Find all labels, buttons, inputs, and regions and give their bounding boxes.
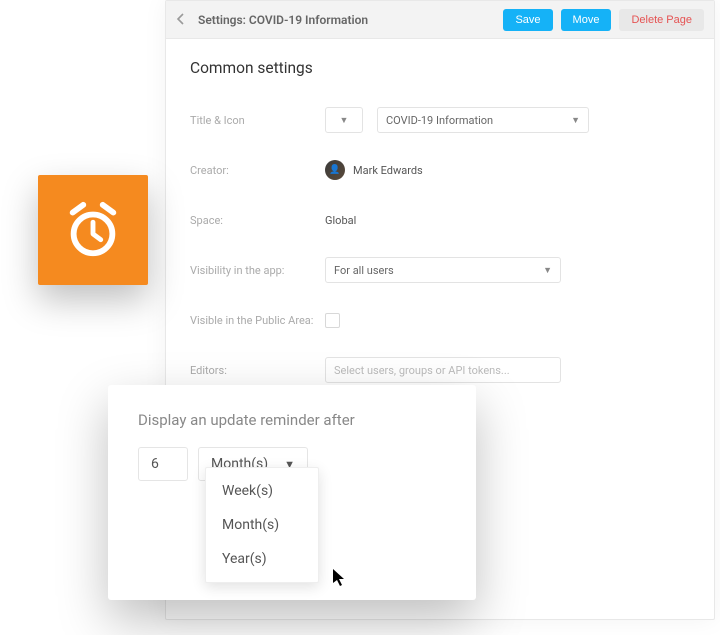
label-title-icon: Title & Icon xyxy=(190,114,325,127)
reminder-number-value: 6 xyxy=(151,456,159,472)
panel-title: Settings: COVID-19 Information xyxy=(198,13,368,27)
caret-down-icon: ▼ xyxy=(543,265,552,276)
section-title: Common settings xyxy=(190,59,690,77)
panel-header: Settings: COVID-19 Information Save Move… xyxy=(166,1,714,39)
caret-down-icon: ▼ xyxy=(571,115,580,126)
label-visibility: Visibility in the app: xyxy=(190,264,325,277)
cursor-icon xyxy=(332,568,348,592)
creator-value: Mark Edwards xyxy=(353,164,423,177)
unit-option-months[interactable]: Month(s) xyxy=(206,508,318,542)
reminder-number-input[interactable]: 6 xyxy=(138,447,188,481)
avatar: 👤 xyxy=(325,160,345,180)
row-title-icon: Title & Icon ▼ COVID-19 Information ▼ xyxy=(190,105,690,135)
popup-title: Display an update reminder after xyxy=(138,411,446,429)
move-button[interactable]: Move xyxy=(561,9,612,31)
icon-select[interactable]: ▼ xyxy=(325,107,363,133)
unit-option-weeks[interactable]: Week(s) xyxy=(206,474,318,508)
row-creator: Creator: 👤 Mark Edwards xyxy=(190,155,690,185)
label-editors: Editors: xyxy=(190,364,325,377)
delete-page-button[interactable]: Delete Page xyxy=(619,9,704,31)
unit-option-years[interactable]: Year(s) xyxy=(206,542,318,576)
label-public-area: Visible in the Public Area: xyxy=(190,314,325,327)
clock-card xyxy=(38,175,148,285)
unit-dropdown: Week(s) Month(s) Year(s) xyxy=(205,467,319,583)
editors-input[interactable]: Select users, groups or API tokens... xyxy=(325,357,561,383)
row-editors: Editors: Select users, groups or API tok… xyxy=(190,355,690,385)
visibility-value: For all users xyxy=(334,264,394,277)
visibility-select[interactable]: For all users ▼ xyxy=(325,257,561,283)
row-visibility: Visibility in the app: For all users ▼ xyxy=(190,255,690,285)
label-creator: Creator: xyxy=(190,164,325,177)
reminder-popup: Display an update reminder after 6 Month… xyxy=(108,385,476,600)
save-button[interactable]: Save xyxy=(503,9,552,31)
row-space: Space: Global xyxy=(190,205,690,235)
row-public-area: Visible in the Public Area: xyxy=(190,305,690,335)
back-icon[interactable] xyxy=(176,10,186,29)
public-area-checkbox[interactable] xyxy=(325,313,340,328)
caret-down-icon: ▼ xyxy=(340,115,349,126)
editors-placeholder: Select users, groups or API tokens... xyxy=(334,364,510,377)
alarm-clock-icon xyxy=(62,199,124,261)
space-value: Global xyxy=(325,214,356,227)
label-space: Space: xyxy=(190,214,325,227)
title-select[interactable]: COVID-19 Information ▼ xyxy=(377,107,589,133)
title-select-value: COVID-19 Information xyxy=(386,114,493,127)
